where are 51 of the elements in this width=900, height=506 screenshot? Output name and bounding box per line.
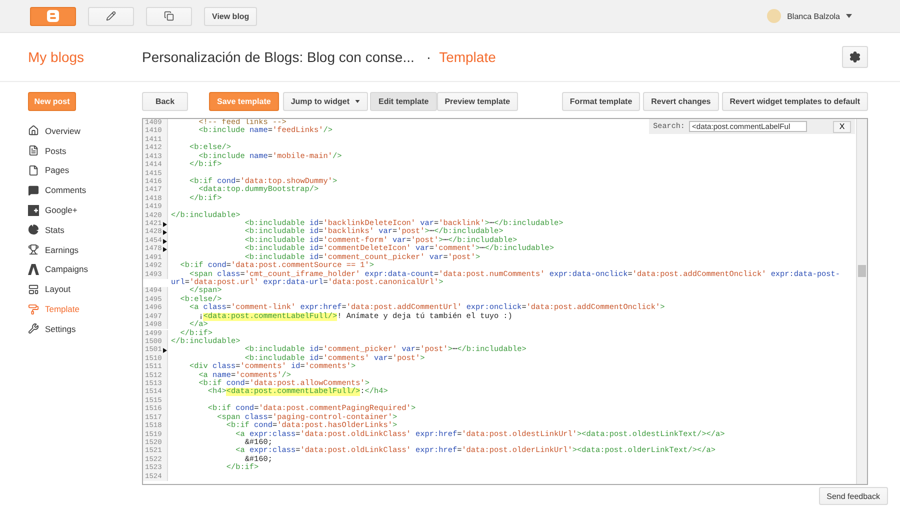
mode-tab[interactable]: Preview template — [436, 92, 518, 111]
back-button[interactable]: Back — [142, 92, 188, 111]
send-feedback-button[interactable]: Send feedback — [818, 487, 888, 505]
blog-title: Personalización de Blogs: Blog con conse... — [142, 49, 414, 65]
sidebar-item[interactable]: Settings — [28, 318, 142, 339]
new-post-button[interactable] — [88, 6, 134, 26]
paint-roller-icon — [28, 304, 39, 315]
fold-arrow-icon[interactable] — [162, 247, 167, 252]
template-action-button[interactable]: Format template — [562, 92, 640, 111]
fold-arrow-icon[interactable] — [162, 238, 167, 244]
settings-button[interactable] — [842, 46, 868, 68]
pencil-icon — [106, 11, 116, 21]
caret-icon[interactable] — [846, 14, 852, 18]
caret-icon — [355, 100, 360, 103]
scrollbar[interactable] — [856, 119, 867, 484]
settings-icon — [849, 51, 861, 63]
close-button[interactable]: X — [833, 120, 851, 132]
wrench-icon — [28, 323, 39, 334]
pie-chart-icon — [28, 224, 39, 236]
view-blog-button[interactable]: View blog — [204, 6, 258, 26]
document-icon — [28, 145, 39, 156]
sidebar-item[interactable]: Pages — [28, 160, 142, 180]
logo-icon — [47, 10, 59, 22]
trophy-icon — [28, 244, 39, 256]
posts-button[interactable] — [146, 6, 192, 26]
sidebar-item[interactable]: Stats — [28, 220, 142, 240]
template-action-button[interactable]: Revert changes — [643, 92, 719, 111]
section-title: Template — [439, 49, 496, 65]
google-plus-icon — [28, 204, 39, 216]
fold-arrow-icon[interactable] — [162, 222, 167, 228]
separator: · — [426, 49, 432, 65]
sidebar-item[interactable]: Google+ — [28, 200, 142, 220]
page-icon — [28, 164, 39, 176]
layout-icon — [28, 284, 39, 295]
sidebar-item[interactable]: Overview — [28, 121, 142, 141]
mode-tab[interactable]: Edit template — [370, 92, 437, 111]
home-icon — [28, 125, 39, 136]
jump-to-widget-button[interactable]: Jump to widget — [282, 92, 368, 111]
sidebar-item[interactable]: Comments — [28, 180, 142, 200]
sidebar-item[interactable]: Campaigns — [28, 260, 142, 280]
user-name[interactable]: Blanca Balzola — [787, 12, 840, 20]
comment-icon — [28, 184, 39, 196]
sidebar-item[interactable]: Earnings — [28, 240, 142, 260]
documents-icon — [164, 11, 174, 21]
fold-arrow-icon[interactable] — [162, 348, 167, 354]
fold-arrow-icon[interactable] — [162, 230, 167, 236]
sidebar-item[interactable]: Posts — [28, 140, 142, 161]
template-action-button[interactable]: Revert widget templates to default — [722, 92, 868, 111]
blogger-button[interactable] — [30, 6, 76, 26]
campaign-icon — [28, 264, 39, 275]
sidebar-item[interactable]: Layout — [28, 279, 142, 300]
